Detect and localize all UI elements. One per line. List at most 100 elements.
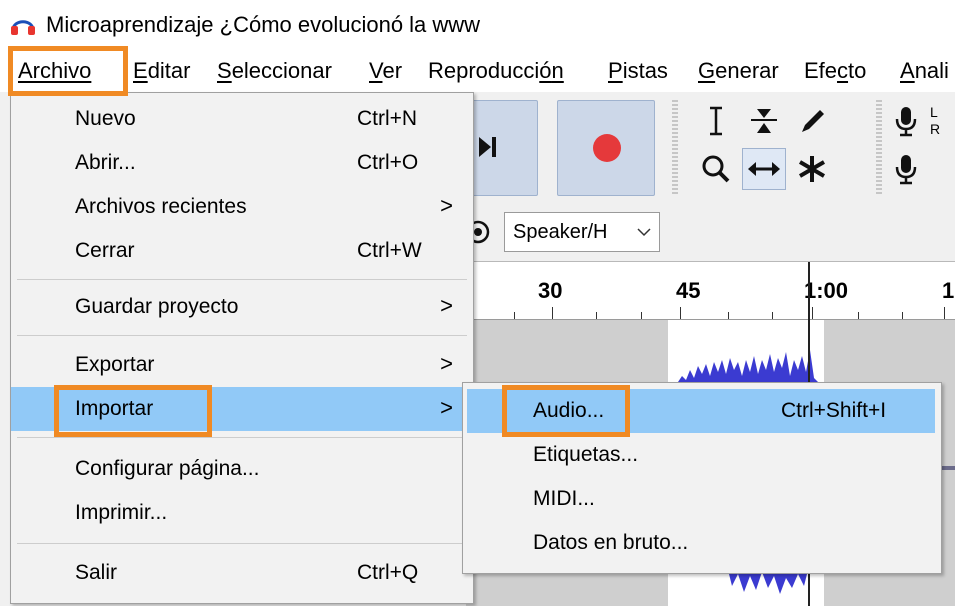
archivo-menu: Nuevo Ctrl+N Abrir... Ctrl+O Archivos re… [10, 92, 474, 604]
zoom-tool-icon[interactable] [694, 148, 738, 190]
menu-generar[interactable]: Generar [698, 58, 779, 84]
menu-item-nuevo[interactable]: Nuevo Ctrl+N [11, 97, 473, 141]
menu-generar-mnemonic: G [698, 58, 716, 83]
title-bar: Microaprendizaje ¿Cómo evolucionó la www [0, 0, 955, 48]
menu-seleccionar-label: eleccionar [231, 58, 332, 83]
menu-item-configurar-pagina[interactable]: Configurar página... [11, 447, 473, 491]
meter-grip[interactable] [876, 100, 882, 196]
menu-editar-mnemonic: E [133, 58, 148, 83]
menu-separator [17, 543, 467, 544]
ruler-tick [680, 307, 681, 319]
ruler-label: 45 [676, 278, 701, 303]
ruler-tick [944, 307, 945, 319]
meter-channel-labels: LR [930, 104, 940, 138]
chevron-right-icon: > [440, 193, 453, 218]
menu-efecto-mnemonic: c [837, 58, 849, 83]
menu-separator [17, 279, 467, 280]
annotation-box-archivo [8, 46, 128, 96]
chevron-right-icon: > [440, 293, 453, 318]
meter-r-label: R [930, 121, 941, 137]
menu-reproduccion[interactable]: Reproducción [428, 58, 564, 84]
menu-efecto[interactable]: Efecto [804, 58, 866, 84]
selection-tool-icon[interactable] [694, 100, 738, 142]
menu-item-shortcut: Ctrl+Shift+I [781, 399, 887, 422]
menu-analizar-mnemonic: A [900, 58, 915, 83]
timeline-ruler[interactable]: 30 45 1:00 1 [466, 262, 955, 320]
chevron-right-icon: > [440, 351, 453, 376]
menu-item-imprimir[interactable]: Imprimir... [11, 491, 473, 535]
menu-separator [17, 335, 467, 336]
menu-item-exportar[interactable]: Exportar > [11, 343, 473, 387]
menu-seleccionar-mnemonic: S [217, 58, 232, 83]
menu-item-label: Configurar página... [75, 457, 260, 480]
multi-tool-icon[interactable] [790, 148, 834, 190]
menu-pistas[interactable]: Pistas [608, 58, 668, 84]
timeshift-tool-icon[interactable] [742, 148, 786, 190]
menu-item-label: MIDI... [533, 487, 595, 510]
meter-l-label: L [930, 104, 938, 120]
playback-device-select[interactable]: Speaker/H [504, 212, 660, 252]
ruler-tick [772, 312, 773, 319]
menu-item-datos-en-bruto[interactable]: Datos en bruto... [463, 521, 941, 565]
menu-reproduccion-mnemonic: ó [539, 58, 552, 83]
menu-ver-mnemonic: V [369, 58, 383, 83]
window-title: Microaprendizaje ¿Cómo evolucionó la www [46, 12, 481, 37]
menu-item-archivos-recientes[interactable]: Archivos recientes > [11, 185, 473, 229]
annotation-box-audio [502, 385, 630, 437]
ruler-label: 1 [942, 278, 955, 303]
menu-efecto-label-end: to [848, 58, 867, 83]
menu-analizar-label: nali [914, 58, 949, 83]
envelope-tool-icon[interactable] [742, 100, 786, 142]
menu-item-guardar-proyecto[interactable]: Guardar proyecto > [11, 285, 473, 329]
menu-item-label: Salir [75, 561, 118, 584]
ruler-tick [902, 312, 903, 319]
menu-item-midi[interactable]: MIDI... [463, 477, 941, 521]
ruler-tick [641, 312, 642, 319]
playback-device-value: Speaker/H [513, 221, 608, 243]
playback-meter-mic-icon[interactable] [886, 148, 926, 190]
menu-item-label: Abrir... [75, 151, 136, 174]
menu-efecto-label: Efe [804, 58, 838, 83]
menu-item-shortcut: Ctrl+W [357, 239, 422, 262]
menu-item-label: Exportar [75, 353, 155, 376]
menu-ver-label: er [382, 58, 403, 83]
menu-ver[interactable]: Ver [369, 58, 402, 84]
record-meter-mic-icon[interactable] [886, 100, 926, 142]
menu-item-salir[interactable]: Salir Ctrl+Q [11, 551, 473, 595]
menu-item-label: Imprimir... [75, 501, 168, 524]
menu-item-cerrar[interactable]: Cerrar Ctrl+W [11, 229, 473, 273]
menu-analizar[interactable]: Anali [900, 58, 949, 84]
menu-item-label: Guardar proyecto [75, 295, 239, 318]
ruler-tick [812, 307, 813, 319]
ruler-label: 1:00 [804, 278, 849, 303]
menu-pistas-mnemonic: P [608, 58, 623, 83]
menu-separator [17, 437, 467, 438]
draw-tool-icon[interactable] [790, 100, 834, 142]
chevron-right-icon: > [440, 395, 453, 420]
headphones-icon [11, 20, 35, 35]
chevron-down-icon [637, 228, 651, 237]
toolbar-grip[interactable] [672, 100, 678, 196]
menu-item-shortcut: Ctrl+O [357, 151, 419, 174]
menu-reproduccion-label-end: n [551, 58, 564, 83]
menu-item-abrir[interactable]: Abrir... Ctrl+O [11, 141, 473, 185]
menu-item-label: Archivos recientes [75, 195, 247, 218]
ruler-tick [552, 307, 553, 319]
ruler-label: 30 [538, 278, 563, 303]
menu-editar-label: ditar [147, 58, 191, 83]
menu-item-label: Nuevo [75, 107, 136, 130]
menu-item-label: Datos en bruto... [533, 531, 689, 554]
record-icon [593, 134, 621, 162]
menu-item-label: Cerrar [75, 239, 135, 262]
menu-item-etiquetas[interactable]: Etiquetas... [463, 433, 941, 477]
menu-pistas-label: istas [622, 58, 668, 83]
ruler-tick [858, 312, 859, 319]
menu-generar-label: enerar [715, 58, 779, 83]
menu-seleccionar[interactable]: Seleccionar [217, 58, 332, 84]
menu-reproduccion-label: Reproducci [428, 58, 540, 83]
annotation-box-importar [54, 385, 212, 437]
ruler-tick [728, 312, 729, 319]
record-button[interactable] [557, 100, 655, 196]
menu-editar[interactable]: Editar [133, 58, 190, 84]
menu-item-label: Etiquetas... [533, 443, 639, 466]
